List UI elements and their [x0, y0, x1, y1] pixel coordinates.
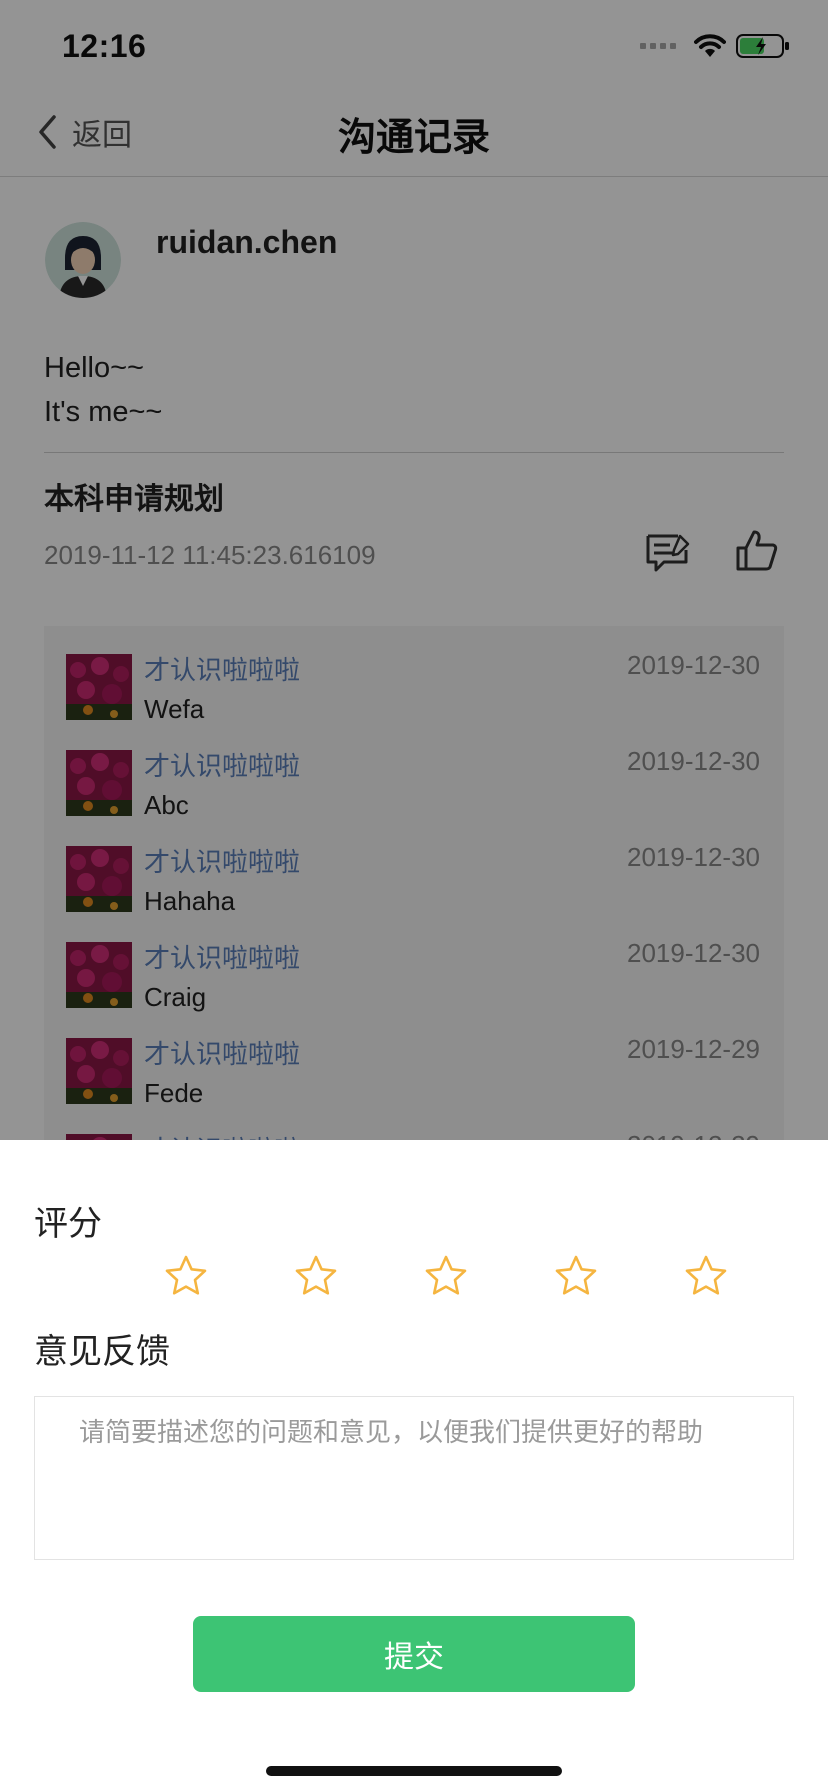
star-icon[interactable]: [554, 1254, 598, 1298]
home-indicator: [266, 1766, 562, 1776]
star-icon[interactable]: [684, 1254, 728, 1298]
rating-title: 评分: [34, 1205, 102, 1243]
feedback-field-container: [34, 1396, 794, 1560]
page: 12:16 返回 沟通记录 ruidan.chen Hello~~ It's m…: [0, 0, 828, 1792]
feedback-sheet: 评分 意见反馈 提交: [0, 1140, 828, 1792]
feedback-textarea[interactable]: [35, 1397, 793, 1559]
modal-backdrop[interactable]: [0, 0, 828, 1140]
star-rating: [0, 1254, 828, 1304]
star-icon[interactable]: [424, 1254, 468, 1298]
feedback-title: 意见反馈: [34, 1333, 170, 1371]
star-icon[interactable]: [164, 1254, 208, 1298]
submit-button[interactable]: 提交: [193, 1616, 635, 1692]
star-icon[interactable]: [294, 1254, 338, 1298]
